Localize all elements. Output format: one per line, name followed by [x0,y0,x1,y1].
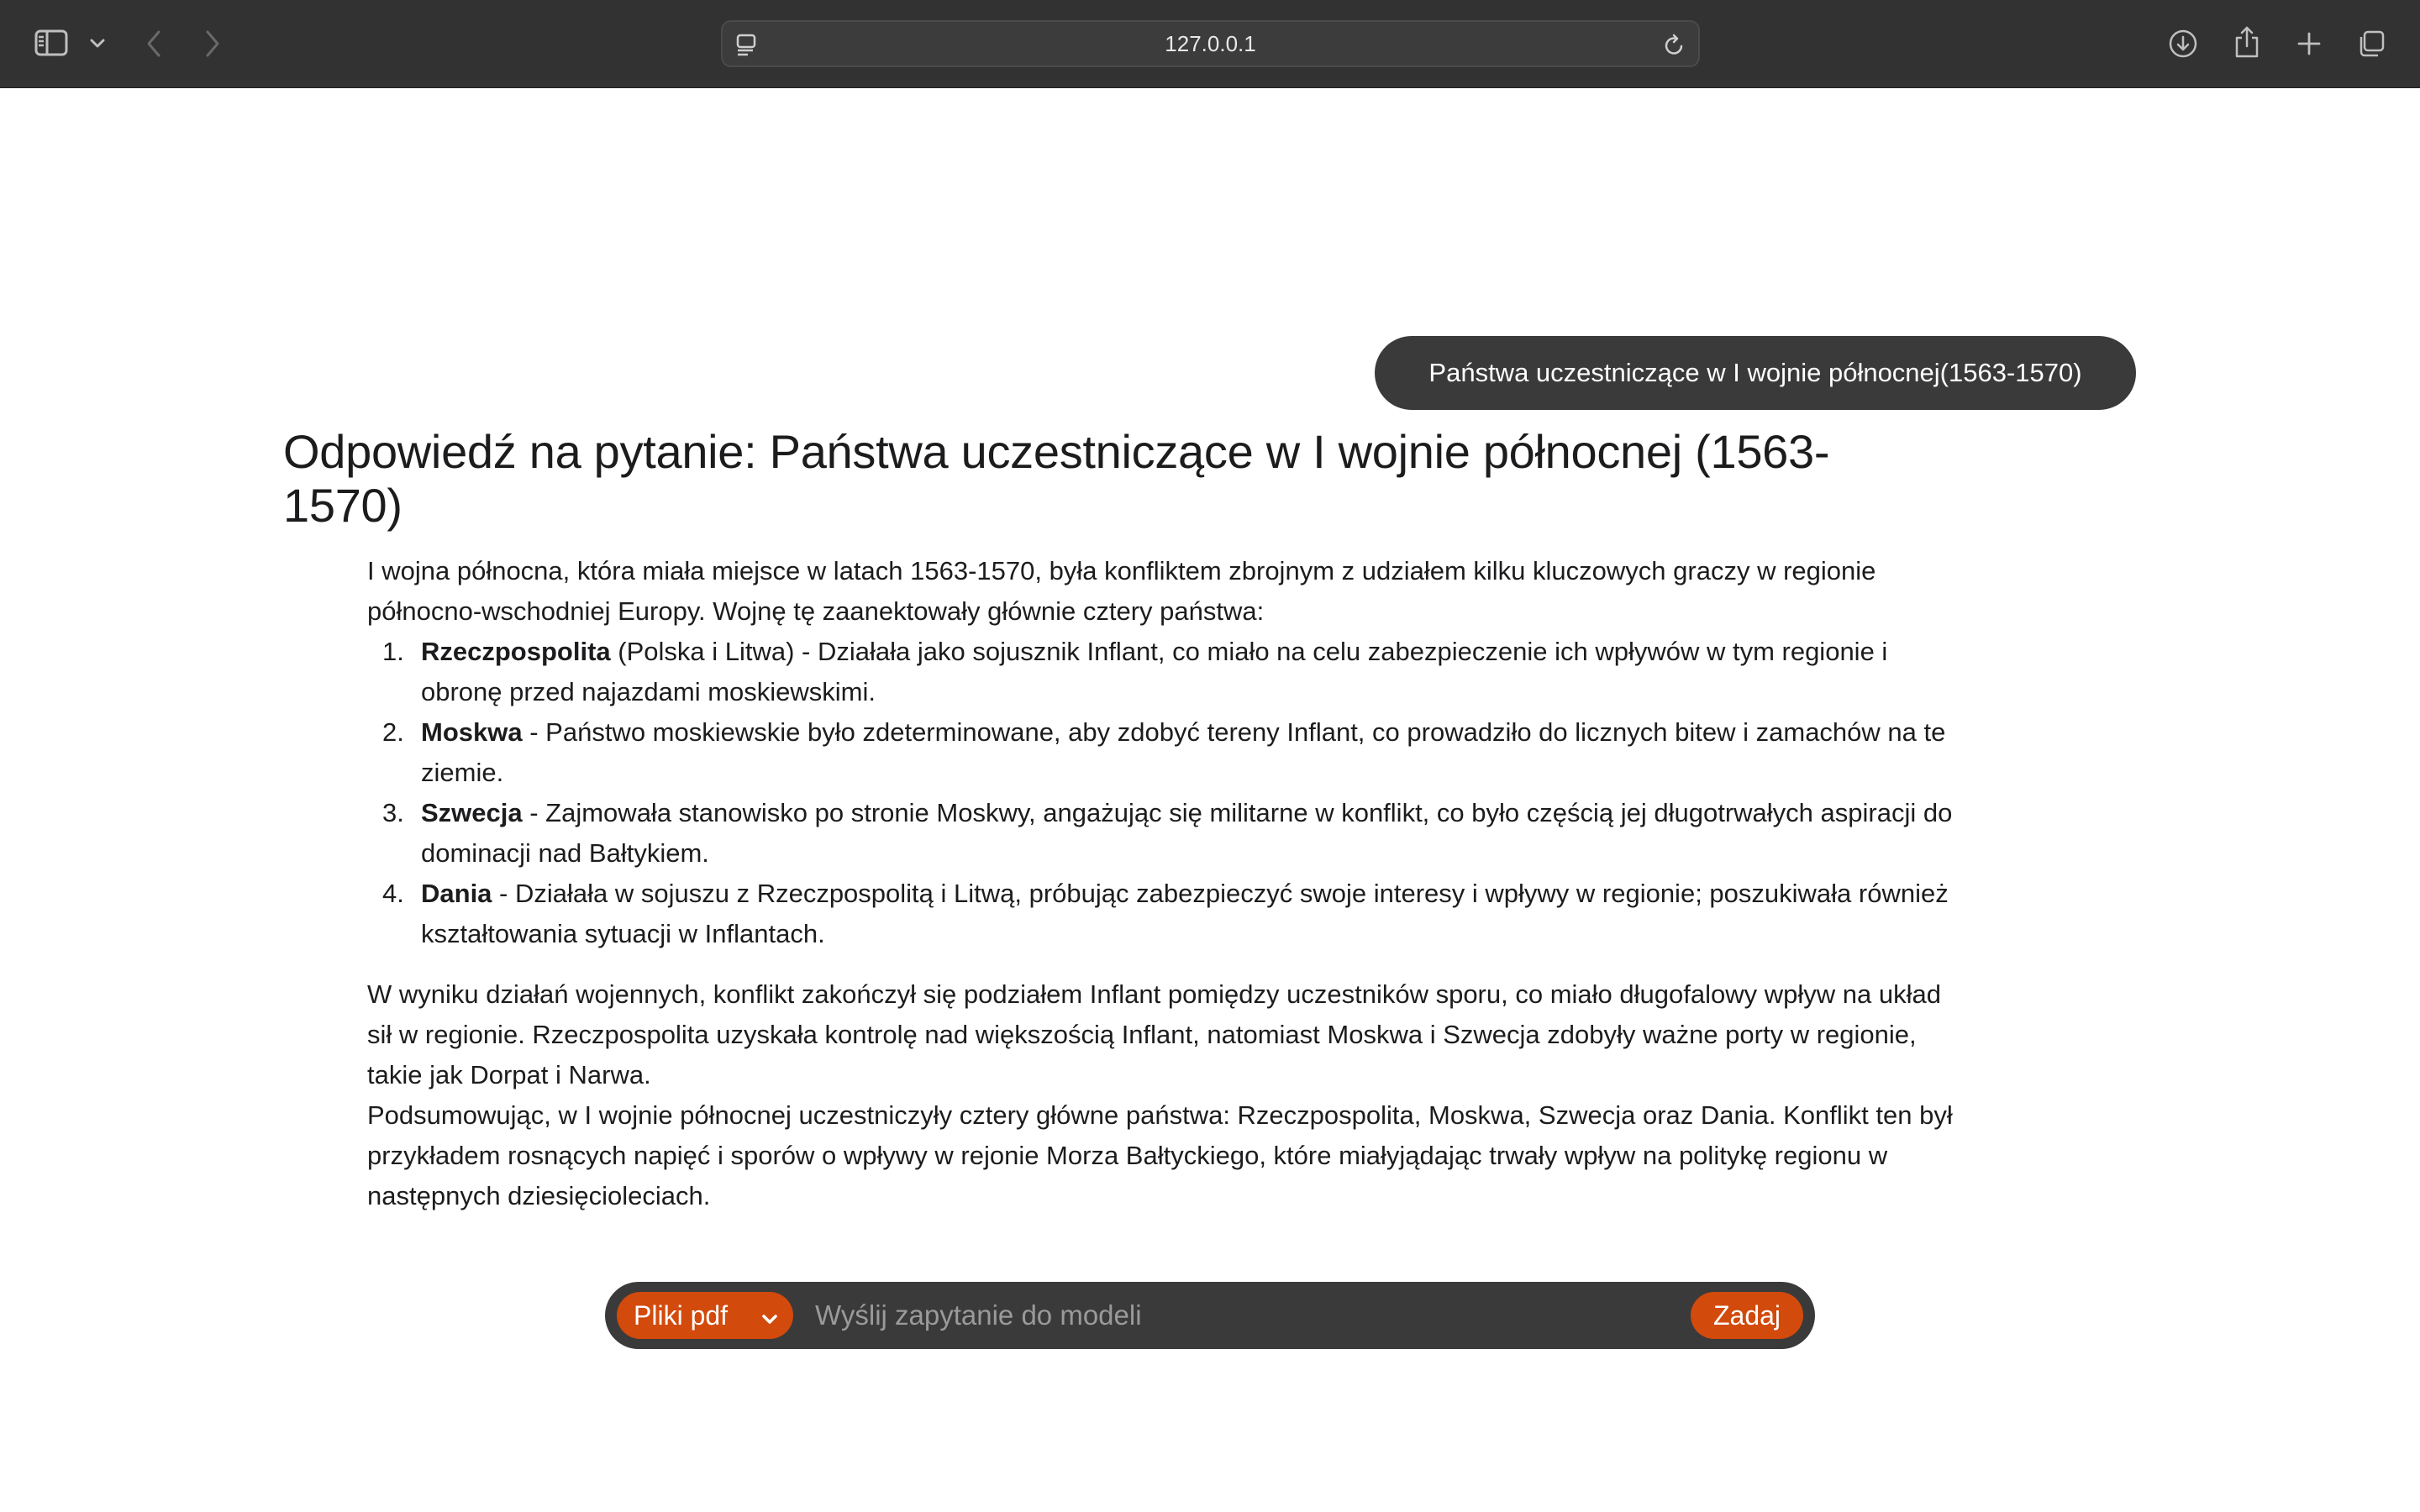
browser-toolbar: 127.0.0.1 [0,0,2420,88]
reload-icon[interactable] [1663,33,1686,62]
list-item: 1. Rzeczpospolita (Polska i Litwa) - Dzia… [382,637,1888,706]
new-tab-icon[interactable] [2292,27,2326,60]
source-select-label: Pliki pdf [634,1299,729,1331]
list-item: 3. Szwecja - Zajmowała stanowisko po stro… [382,798,1953,868]
sidebar-toggle-icon[interactable] [34,29,69,57]
state-name: Dania [421,879,492,908]
tab-overview-icon[interactable] [2354,27,2388,60]
query-input[interactable] [815,1292,1437,1339]
user-question-bubble: Państwa uczestniczące w I wojnie północn… [1375,336,2136,410]
answer-summary: Podsumowując, w I wojnie północnej uczes… [367,1100,1953,1210]
back-arrow-icon[interactable] [141,27,166,60]
chevron-down-icon [760,1305,780,1336]
chevron-down-icon[interactable] [87,34,108,54]
participants-list: 1. Rzeczpospolita (Polska i Litwa) - Dzia… [367,632,1955,954]
source-select[interactable]: Pliki pdf [617,1292,793,1339]
answer-outcome: W wyniku działań wojennych, konflikt zak… [367,979,1941,1089]
list-item: 2. Moskwa - Państwo moskiewskie było zdet… [382,717,1946,787]
answer-intro: I wojna północna, która miała miejsce w … [367,556,1876,626]
query-bar: Pliki pdf Zadaj [605,1282,1815,1349]
forward-arrow-icon[interactable] [200,27,225,60]
answer-body: I wojna północna, która miała miejsce w … [367,551,1955,1216]
state-name: Rzeczpospolita [421,637,611,666]
answer-title: Odpowiedź na pytanie: Państwa uczestnicz… [283,425,1830,532]
address-bar[interactable]: 127.0.0.1 [721,20,1700,67]
submit-button[interactable]: Zadaj [1691,1292,1803,1339]
state-name: Szwecja [421,798,523,827]
state-name: Moskwa [421,717,523,747]
list-item: 4. Dania - Działała w sojuszu z Rzeczposp… [382,879,1949,948]
share-icon[interactable] [2230,24,2264,60]
url-text: 127.0.0.1 [1165,30,1256,56]
download-icon[interactable] [2166,27,2200,60]
